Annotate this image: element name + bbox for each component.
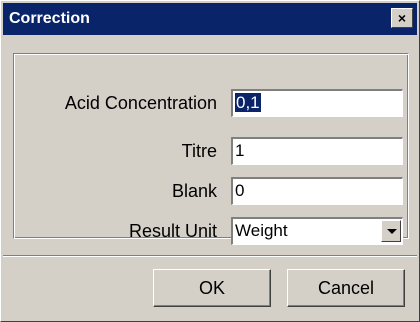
result-unit-label: Result Unit: [128, 221, 217, 241]
titre-input[interactable]: 1: [231, 137, 403, 165]
result-unit-value: Weight: [235, 221, 288, 240]
blank-value: 0: [235, 181, 245, 200]
acid-concentration-input[interactable]: 0,1: [231, 89, 403, 117]
acid-concentration-label: Acid Concentration: [64, 93, 217, 113]
blank-label: Blank: [171, 181, 217, 201]
divider: [3, 255, 417, 257]
cancel-button[interactable]: Cancel: [287, 269, 405, 307]
correction-dialog: Correction × Acid Concentration 0,1 Titr…: [0, 0, 420, 322]
dialog-title: Correction: [9, 10, 90, 27]
chevron-down-icon[interactable]: [381, 220, 401, 242]
close-button[interactable]: ×: [391, 8, 413, 28]
titre-value: 1: [235, 141, 245, 160]
ok-button[interactable]: OK: [153, 269, 271, 307]
title-bar[interactable]: Correction ×: [3, 3, 417, 35]
titre-label: Titre: [181, 141, 217, 161]
blank-input[interactable]: 0: [231, 177, 403, 205]
result-unit-select[interactable]: Weight: [231, 217, 403, 245]
close-icon: ×: [397, 10, 407, 26]
acid-concentration-value: 0,1: [235, 93, 261, 112]
